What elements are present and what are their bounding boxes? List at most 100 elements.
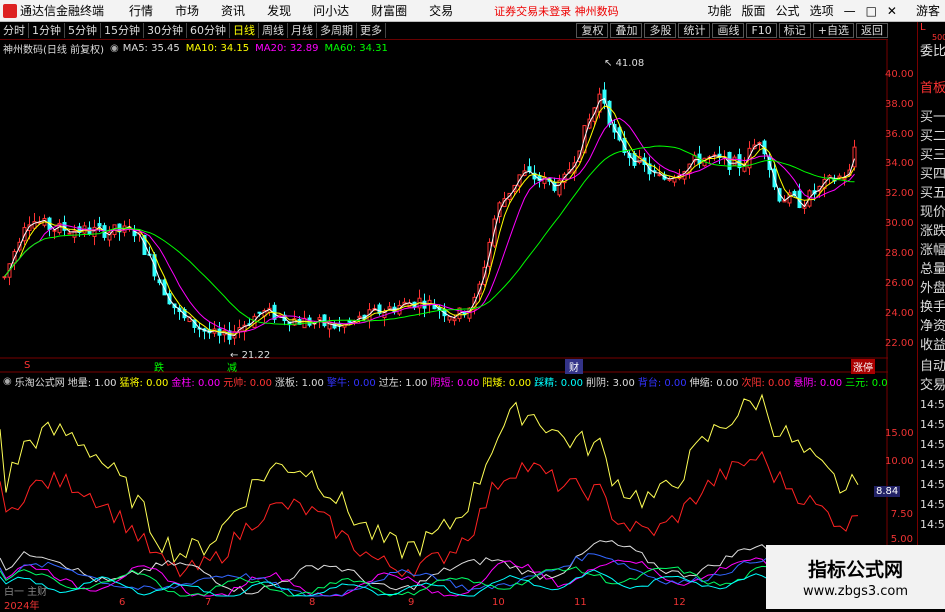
date-12: 12 [673,597,686,608]
rp-netasset[interactable]: 净资 [918,317,945,336]
candle-body [97,223,102,227]
candle-body [317,317,322,321]
marker-die[interactable]: 跌 [154,359,164,374]
candle-body [257,311,262,314]
indicator-line-red [0,450,859,578]
marker-s[interactable]: S [24,360,30,371]
indicator-name[interactable]: 乐淘公式网 [15,374,65,389]
rp-buy2[interactable]: 买二 [918,127,945,146]
indicator-line-yellow [0,393,859,564]
candle-body [447,316,452,321]
indicator-settings-icon[interactable]: ◉ [3,376,12,387]
date-9: 9 [408,597,415,608]
watermark-title: 指标公式网 [807,559,903,581]
indicator-item-0: 地量: 1.00 [67,377,117,389]
price-axis-32: 32.00 [885,188,914,199]
candle-body [387,306,392,310]
rp-time-7: 14:56 [920,518,945,531]
marker-jian[interactable]: 减 [227,359,237,374]
ind-axis-5: 5.00 [890,534,913,545]
marker-zhangting[interactable]: 涨停 [851,359,875,374]
rp-auto[interactable]: 自动 [918,357,945,376]
candle-body [357,315,362,319]
date-10: 10 [492,597,505,608]
indicator-item-4: 涨板: 1.00 [275,377,324,389]
indicator-item-6: 过左: 1.00 [378,377,428,389]
ind-axis-10: 10.00 [885,456,914,467]
price-chart[interactable] [0,0,888,609]
indicator-item-13: 次阳: 0.00 [741,377,791,389]
close-icon[interactable]: ✕ [887,4,897,18]
indicator-bar: ◉ 乐淘公式网 地量: 1.00 猛将: 0.00 金柱: 0.00 元帅: 0.00… [0,373,888,389]
price-axis-24: 24.00 [885,308,914,319]
rp-buy4[interactable]: 买四 [918,165,945,184]
candle-body [727,151,732,170]
price-axis-28: 28.00 [885,248,914,259]
rp-shouban[interactable]: 首板 [918,79,945,98]
price-axis-26: 26.00 [885,278,914,289]
rp-time-6: 14:56 [920,498,945,511]
candle-body [852,146,857,168]
watermark-url: www.zbgs3.com [802,584,909,599]
rp-buy5[interactable]: 买五 [918,184,945,203]
candle-body [322,314,327,327]
date-7: 7 [205,597,212,608]
indicator-item-2: 金柱: 0.00 [171,377,221,389]
rp-time-5: 14:56 [920,478,945,491]
price-axis-38: 38.00 [885,99,914,110]
rp-trade[interactable]: 交易 [918,376,945,395]
date-11: 11 [574,597,587,608]
candle-body [347,319,352,323]
indicator-item-7: 阴短: 0.00 [430,377,480,389]
candle-body [52,229,57,232]
rp-pct[interactable]: 涨幅 [918,241,945,260]
rp-time-4: 14:56 [920,458,945,471]
indicator-item-5: 擎牛: 0.00 [326,377,376,389]
bottom-tab-label[interactable]: 白一 主财 [4,583,47,598]
rp-earnings[interactable]: 收益 [918,336,945,355]
ind-current-value: 8.84 [874,486,901,497]
candle-body [542,176,547,184]
candle-body [552,181,557,191]
high-price-marker: ↖ 41.08 [604,58,645,69]
guest-button[interactable]: 游客 [916,2,940,19]
indicator-line-green [0,565,859,597]
rp-weibi[interactable]: 委比 [918,42,945,61]
indicator-lines [0,393,859,597]
indicator-item-1: 猛将: 0.00 [119,377,169,389]
rp-price[interactable]: 现价 [918,203,945,222]
right-top-n: 500 [932,33,945,42]
rp-turnover[interactable]: 换手 [918,298,945,317]
right-top-l: L [920,22,926,33]
rp-time-3: 14:56 [920,438,945,451]
candle-body [452,318,457,322]
indicator-item-11: 背台: 0.00 [637,377,687,389]
date-6: 6 [119,597,126,608]
candle-body [92,226,97,237]
rp-outer[interactable]: 外盘 [918,279,945,298]
high-price-label: 41.08 [615,58,645,69]
indicator-item-8: 阳矮: 0.00 [482,377,532,389]
watermark-banner: 指标公式网 www.zbgs3.com [766,545,945,609]
rp-time-2: 14:56 [920,418,945,431]
price-axis-36: 36.00 [885,129,914,140]
candle-body [657,174,662,177]
rp-volume[interactable]: 总量 [918,260,945,279]
rp-buy3[interactable]: 买三 [918,146,945,165]
candle-body [737,154,742,169]
indicator-item-14: 悬阴: 0.00 [793,377,843,389]
price-axis-22: 22.00 [885,338,914,349]
indicator-item-3: 元帅: 0.00 [223,377,273,389]
indicator-item-9: 踩精: 0.00 [534,377,584,389]
indicator-item-10: 削阴: 3.00 [586,377,635,389]
rp-buy1[interactable]: 买一 [918,108,945,127]
candle-body [67,232,72,235]
indicator-values: 地量: 1.00 猛将: 0.00 金柱: 0.00 元帅: 0.00 涨板: 1.00… [68,374,888,389]
candlestick-series [2,82,857,346]
rp-time-1: 14:56 [920,398,945,411]
price-axis-30: 30.00 [885,218,914,229]
marker-cai[interactable]: 财 [565,359,583,374]
rp-change[interactable]: 涨跌 [918,222,945,241]
indicator-item-15: 三元: 0.00 [845,377,888,389]
ind-axis-15: 15.00 [885,428,914,439]
